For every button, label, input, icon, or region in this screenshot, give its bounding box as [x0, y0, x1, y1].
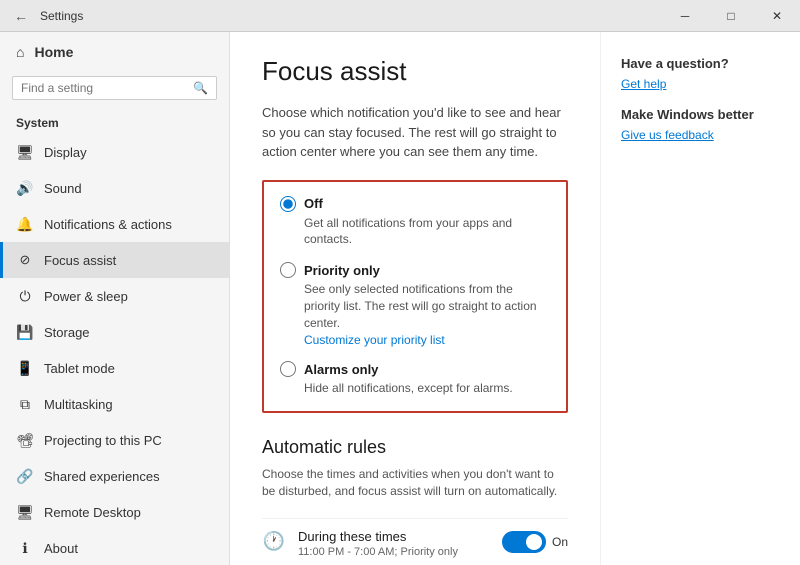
- sidebar-item-remote-desktop[interactable]: 🖥 Remote Desktop: [0, 494, 229, 530]
- rule-during-times: 🕐 During these times 11:00 PM - 7:00 AM;…: [262, 518, 568, 565]
- search-box: 🔍: [12, 76, 217, 100]
- options-box: Off Get all notifications from your apps…: [262, 180, 568, 414]
- sidebar-label-sound: Sound: [44, 181, 82, 196]
- sidebar-section: System: [0, 108, 229, 134]
- notifications-icon: 🔔: [16, 215, 34, 233]
- main-content: Focus assist Choose which notification y…: [230, 32, 600, 565]
- sidebar-item-power-sleep[interactable]: ⏻ Power & sleep: [0, 278, 229, 314]
- option-alarms-text: Alarms only: [304, 362, 378, 377]
- radio-priority[interactable]: [280, 262, 296, 278]
- sound-icon: 🔊: [16, 179, 34, 197]
- sidebar-item-notifications[interactable]: 🔔 Notifications & actions: [0, 206, 229, 242]
- sidebar-label-multitasking: Multitasking: [44, 397, 113, 412]
- option-alarms-label[interactable]: Alarms only: [280, 361, 550, 377]
- close-button[interactable]: ✕: [754, 0, 800, 32]
- option-off-label[interactable]: Off: [280, 196, 550, 212]
- sidebar-item-about[interactable]: ℹ About: [0, 530, 229, 565]
- sidebar-item-sound[interactable]: 🔊 Sound: [0, 170, 229, 206]
- multitasking-icon: ⧉: [16, 395, 34, 413]
- sidebar-label-focus-assist: Focus assist: [44, 253, 116, 268]
- toggle-times[interactable]: [502, 531, 546, 553]
- option-priority: Priority only See only selected notifica…: [280, 262, 550, 347]
- option-off-desc: Get all notifications from your apps and…: [304, 215, 550, 249]
- app-title: Settings: [40, 9, 83, 23]
- rule-times-title: During these times: [298, 529, 458, 544]
- option-priority-label[interactable]: Priority only: [280, 262, 550, 278]
- home-label: Home: [34, 44, 73, 60]
- sidebar-item-display[interactable]: 🖥 Display: [0, 134, 229, 170]
- sidebar-label-shared: Shared experiences: [44, 469, 160, 484]
- sidebar-label-tablet: Tablet mode: [44, 361, 115, 376]
- sidebar-item-multitasking[interactable]: ⧉ Multitasking: [0, 386, 229, 422]
- sidebar-item-focus-assist[interactable]: ⊘ Focus assist: [0, 242, 229, 278]
- window-controls: ─ □ ✕: [662, 0, 800, 32]
- option-alarms: Alarms only Hide all notifications, exce…: [280, 361, 550, 397]
- feedback-link[interactable]: Give us feedback: [621, 128, 780, 142]
- sidebar: ⌂ Home 🔍 System 🖥 Display 🔊 Sound 🔔 Noti…: [0, 32, 230, 565]
- home-icon: ⌂: [16, 44, 24, 60]
- title-bar: ← Settings ─ □ ✕: [0, 0, 800, 32]
- power-icon: ⏻: [16, 287, 34, 305]
- page-description: Choose which notification you'd like to …: [262, 103, 568, 162]
- radio-alarms[interactable]: [280, 361, 296, 377]
- sidebar-item-shared-experiences[interactable]: 🔗 Shared experiences: [0, 458, 229, 494]
- search-input[interactable]: [21, 81, 187, 95]
- back-button[interactable]: ←: [10, 8, 32, 24]
- sidebar-label-remote: Remote Desktop: [44, 505, 141, 520]
- maximize-button[interactable]: □: [708, 0, 754, 32]
- shared-icon: 🔗: [16, 467, 34, 485]
- remote-icon: 🖥: [16, 503, 34, 521]
- automatic-rules-desc: Choose the times and activities when you…: [262, 466, 568, 500]
- option-off-text: Off: [304, 196, 323, 211]
- toggle-times-label: On: [552, 535, 568, 549]
- radio-off[interactable]: [280, 196, 296, 212]
- clock-icon: 🕐: [262, 530, 286, 554]
- storage-icon: 💾: [16, 323, 34, 341]
- rule-times-sub: 11:00 PM - 7:00 AM; Priority only: [298, 546, 458, 558]
- sidebar-item-projecting[interactable]: 📽 Projecting to this PC: [0, 422, 229, 458]
- sidebar-item-storage[interactable]: 💾 Storage: [0, 314, 229, 350]
- get-help-link[interactable]: Get help: [621, 77, 780, 91]
- option-priority-text: Priority only: [304, 263, 380, 278]
- sidebar-home[interactable]: ⌂ Home: [0, 32, 229, 72]
- sidebar-item-tablet-mode[interactable]: 📱 Tablet mode: [0, 350, 229, 386]
- sidebar-label-projecting: Projecting to this PC: [44, 433, 162, 448]
- option-off: Off Get all notifications from your apps…: [280, 196, 550, 249]
- option-alarms-desc: Hide all notifications, except for alarm…: [304, 380, 550, 397]
- sidebar-label-storage: Storage: [44, 325, 90, 340]
- automatic-rules-title: Automatic rules: [262, 437, 568, 458]
- display-icon: 🖥: [16, 143, 34, 161]
- sidebar-label-notifications: Notifications & actions: [44, 217, 172, 232]
- sidebar-label-about: About: [44, 541, 78, 556]
- about-icon: ℹ: [16, 539, 34, 557]
- option-priority-desc: See only selected notifications from the…: [304, 281, 550, 331]
- page-title: Focus assist: [262, 56, 568, 87]
- tablet-icon: 📱: [16, 359, 34, 377]
- priority-link[interactable]: Customize your priority list: [304, 333, 550, 347]
- help-title: Have a question?: [621, 56, 780, 71]
- minimize-button[interactable]: ─: [662, 0, 708, 32]
- focus-assist-icon: ⊘: [16, 251, 34, 269]
- right-panel: Have a question? Get help Make Windows b…: [600, 32, 800, 565]
- sidebar-label-power: Power & sleep: [44, 289, 128, 304]
- make-better-title: Make Windows better: [621, 107, 780, 122]
- search-icon: 🔍: [193, 81, 208, 95]
- projecting-icon: 📽: [16, 431, 34, 449]
- sidebar-label-display: Display: [44, 145, 87, 160]
